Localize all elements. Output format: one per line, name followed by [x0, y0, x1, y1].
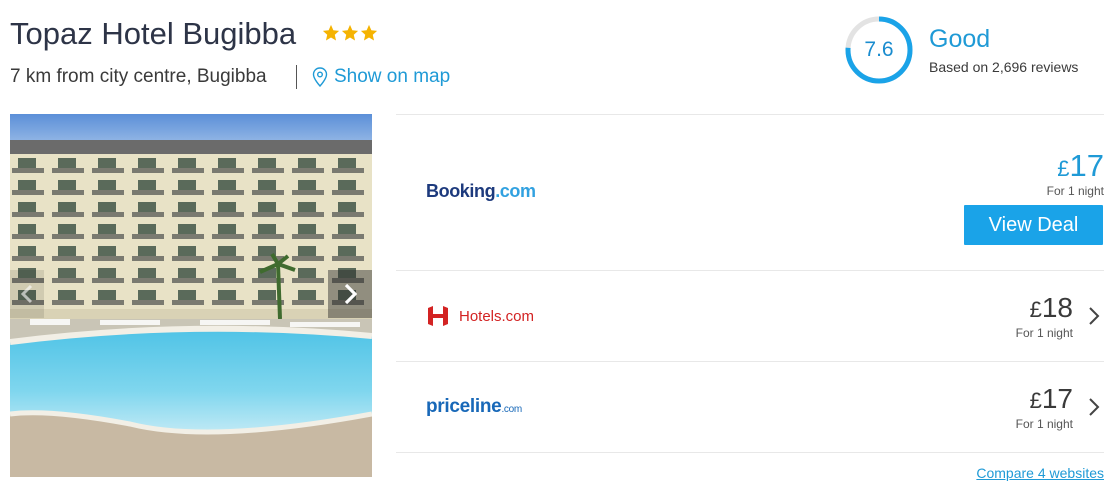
chevron-right-icon[interactable]: [1087, 306, 1101, 326]
chevron-right-icon[interactable]: [1087, 397, 1101, 417]
hotel-photo[interactable]: [10, 114, 372, 477]
currency-symbol: £: [1029, 388, 1042, 413]
divider: [396, 114, 1104, 115]
review-count: Based on 2,696 reviews: [929, 59, 1079, 75]
hotel-name: Topaz Hotel Bugibba: [10, 16, 297, 51]
divider: [396, 452, 1104, 453]
view-deal-button[interactable]: View Deal: [964, 205, 1103, 245]
priceline-price[interactable]: £17: [1030, 384, 1073, 416]
star-icon: [341, 24, 359, 41]
price-value: 17: [1069, 148, 1104, 183]
rating-label: Good: [929, 25, 991, 53]
price-value: 17: [1041, 383, 1073, 414]
hotels-com-per-night: For 1 night: [1015, 326, 1073, 340]
priceline-logo-text: priceline: [426, 396, 502, 417]
currency-symbol: £: [1029, 297, 1042, 322]
divider: [296, 65, 297, 89]
show-on-map-label: Show on map: [334, 66, 451, 87]
star-icon: [360, 24, 378, 41]
priceline-logo[interactable]: priceline.com: [426, 396, 522, 418]
star-rating: [322, 24, 378, 42]
priceline-per-night: For 1 night: [1015, 417, 1073, 431]
star-icon: [322, 24, 340, 41]
divider: [396, 270, 1104, 271]
map-pin-icon: [312, 67, 328, 87]
hotels-com-price[interactable]: £18: [1030, 293, 1073, 325]
price-value: 18: [1041, 292, 1073, 323]
booking-per-night: For 1 night: [1046, 184, 1104, 198]
currency-symbol: £: [1057, 156, 1070, 181]
hotel-location: 7 km from city centre, Bugibba: [10, 66, 267, 87]
chevron-left-icon: [21, 284, 33, 304]
compare-websites-link[interactable]: Compare 4 websites: [976, 465, 1104, 481]
divider: [396, 361, 1104, 362]
priceline-logo-tld: .com: [501, 404, 522, 415]
booking-logo-text: Booking: [426, 181, 496, 201]
gallery-prev-button[interactable]: [10, 270, 44, 318]
chevron-right-icon: [344, 283, 357, 305]
show-on-map-link[interactable]: Show on map: [312, 64, 450, 90]
hotels-com-logo-text: Hotels.com: [459, 307, 535, 325]
booking-price[interactable]: £17: [1057, 148, 1104, 187]
hotels-com-h-icon: [428, 306, 448, 326]
hotels-com-logo[interactable]: Hotels.com: [426, 304, 534, 328]
rating-score: 7.6: [864, 38, 894, 61]
gallery-next-button[interactable]: [328, 270, 372, 318]
booking-logo-tld: .com: [495, 181, 536, 201]
booking-logo[interactable]: Booking.com: [426, 181, 536, 202]
